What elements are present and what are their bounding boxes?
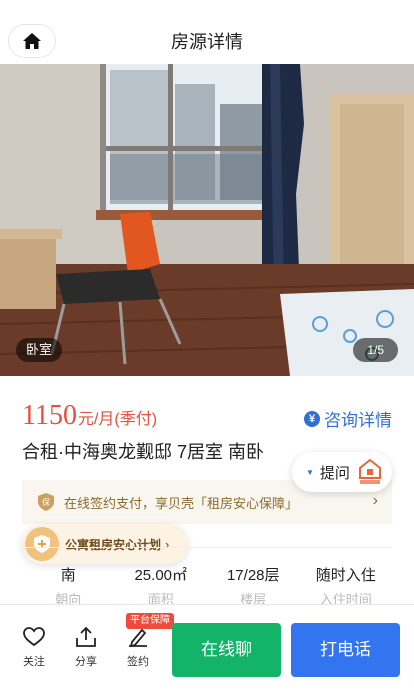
share-button[interactable]: 分享 bbox=[68, 627, 104, 669]
sign-label: 签约 bbox=[127, 656, 149, 668]
share-label: 分享 bbox=[75, 656, 97, 668]
bottom-action-bar: 关注 分享 签约 平台保障 在线聊 打电话 bbox=[0, 604, 414, 692]
consult-details-label: 咨询详情 bbox=[324, 411, 392, 430]
ask-question-label: 提问 bbox=[319, 464, 350, 482]
fact-value: 南 bbox=[60, 567, 76, 584]
room-type-tag: 卧室 bbox=[16, 338, 63, 362]
fact-value: 25.00㎡ bbox=[134, 567, 188, 584]
plan-label: 公寓租房安心计划 bbox=[65, 537, 162, 552]
top-bar: 房源详情 bbox=[0, 0, 414, 64]
yen-icon: ¥ bbox=[304, 410, 320, 427]
svg-text:保: 保 bbox=[42, 497, 50, 507]
price-row: 1150 元/月(季付) bbox=[22, 400, 157, 432]
price-unit: 元/月(季付) bbox=[77, 411, 158, 428]
follow-label: 关注 bbox=[23, 656, 45, 668]
fact-value: 随时入住 bbox=[315, 567, 376, 584]
share-icon bbox=[76, 627, 96, 647]
room-photo[interactable] bbox=[0, 64, 414, 376]
photo-counter: 1/5 bbox=[353, 338, 398, 362]
divider bbox=[22, 547, 392, 548]
chevron-right-icon: › bbox=[165, 536, 170, 552]
sign-button[interactable]: 签约 bbox=[120, 627, 156, 669]
chevron-right-icon: › bbox=[372, 492, 378, 509]
room-photo-illustration bbox=[0, 64, 414, 376]
rental-safety-plan-badge[interactable]: 公寓租房安心计划 › bbox=[22, 524, 188, 564]
page-title: 房源详情 bbox=[171, 32, 243, 52]
guarantee-text: 在线签约支付，享贝壳「租房安心保障」 bbox=[64, 495, 299, 511]
call-button[interactable]: 打电话 bbox=[291, 623, 400, 677]
fact-value: 17/28层 bbox=[226, 567, 280, 584]
price-value: 1150 bbox=[22, 400, 77, 431]
online-chat-button[interactable]: 在线聊 bbox=[172, 623, 281, 677]
shield-icon: 保 bbox=[38, 493, 54, 511]
listing-title: 合租·中海奥龙觐邸 7居室 南卧 bbox=[22, 442, 265, 462]
shield-icon bbox=[25, 527, 59, 561]
heart-icon bbox=[23, 627, 45, 647]
caret-down-icon: ▼ bbox=[306, 467, 314, 477]
platform-guarantee-tag: 平台保障 bbox=[126, 613, 174, 629]
consult-details-link[interactable]: ¥ 咨询详情 bbox=[304, 406, 392, 431]
pen-icon bbox=[129, 628, 147, 647]
follow-button[interactable]: 关注 bbox=[16, 627, 52, 669]
brand-logo-icon bbox=[359, 458, 381, 484]
ask-question-button[interactable]: ▼ 提问 bbox=[292, 452, 392, 492]
